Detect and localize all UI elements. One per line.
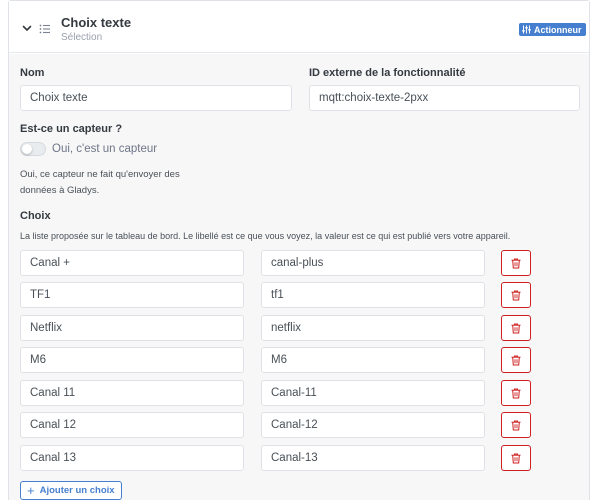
choices-title: Choix [20,210,51,222]
choice-value-input[interactable] [261,250,485,276]
choice-value-input[interactable] [261,282,485,308]
trash-icon [511,290,521,300]
feature-title: Choix texte [61,15,132,30]
sensor-toggle[interactable] [20,142,46,156]
trash-icon [511,355,521,365]
chevron-down-icon[interactable] [21,22,33,34]
feature-card-body: Nom ID externe de la fonctionnalité Est-… [9,54,589,500]
choice-label-input[interactable] [20,412,244,438]
sensor-help-text: Oui, ce capteur ne fait qu'envoyer des d… [20,169,180,196]
delete-choice-button[interactable] [501,445,531,471]
trash-icon [511,258,521,268]
choice-label-input[interactable] [20,445,244,471]
choice-label-input[interactable] [20,282,244,308]
badge-label: Actionneur [534,24,582,35]
delete-choice-button[interactable] [501,347,531,373]
choice-label-input[interactable] [20,347,244,373]
feature-card-header[interactable]: Choix texte Sélection Actionneur [9,1,589,53]
sensor-question: Est-ce un capteur ? [20,123,123,135]
name-label: Nom [20,67,45,79]
delete-choice-button[interactable] [501,315,531,341]
choices-description: La liste proposée sur le tableau de bord… [20,231,511,241]
trash-icon [511,388,521,398]
trash-icon [511,420,521,430]
trash-icon [511,323,521,333]
sensor-toggle-knob [22,144,32,154]
list-icon [39,24,50,34]
actuator-badge: Actionneur [519,23,586,36]
delete-choice-button[interactable] [501,412,531,438]
external-id-label: ID externe de la fonctionnalité [309,67,466,79]
choice-label-input[interactable] [20,315,244,341]
actuator-icon [522,25,531,34]
trash-icon [511,453,521,463]
sensor-toggle-label[interactable]: Oui, c'est un capteur [52,143,157,155]
choice-value-input[interactable] [261,380,485,406]
choice-value-input[interactable] [261,347,485,373]
name-input[interactable] [20,85,292,111]
delete-choice-button[interactable] [501,380,531,406]
plus-icon: + [27,483,35,498]
choice-value-input[interactable] [261,412,485,438]
choice-value-input[interactable] [261,315,485,341]
external-id-input[interactable] [309,85,580,111]
delete-choice-button[interactable] [501,250,531,276]
feature-subtitle: Sélection [61,32,103,43]
add-choice-button[interactable]: + Ajouter un choix [20,481,122,500]
choice-value-input[interactable] [261,445,485,471]
choice-label-input[interactable] [20,380,244,406]
delete-choice-button[interactable] [501,282,531,308]
choice-label-input[interactable] [20,250,244,276]
feature-card: Choix texte Sélection Actionneur Nom ID … [8,0,590,500]
add-choice-label: Ajouter un choix [39,485,115,496]
